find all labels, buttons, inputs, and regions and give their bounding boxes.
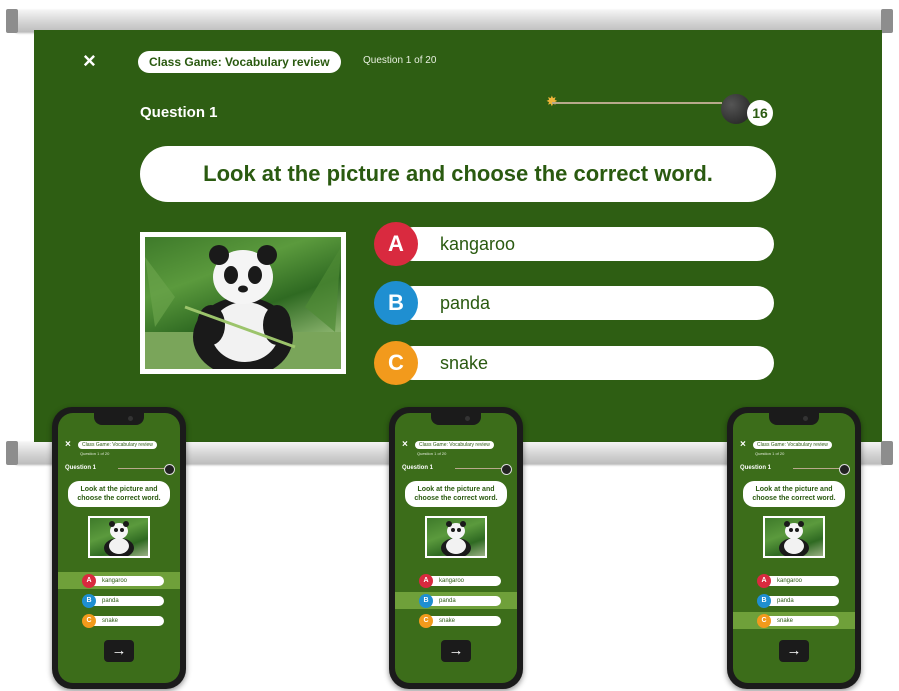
panda-image <box>441 521 471 556</box>
game-title-pill: Class Game: Vocabulary review <box>78 441 157 449</box>
answer-bar <box>88 616 164 626</box>
timer-fuse <box>118 468 168 469</box>
answer-text-a: kangaroo <box>102 578 128 584</box>
answer-text-c: snake <box>440 353 489 373</box>
next-arrow-button[interactable]: → <box>779 640 809 662</box>
phone-notch <box>769 413 819 425</box>
projector-roller-top <box>6 9 893 33</box>
answer-option-b[interactable]: B panda <box>374 281 774 325</box>
answer-letter-a: A <box>419 574 433 588</box>
answer-option-c[interactable]: C snake <box>419 614 501 628</box>
question-image <box>763 516 825 558</box>
answer-option-c[interactable]: C snake <box>757 614 839 628</box>
answer-letter-a: A <box>757 574 771 588</box>
question-prompt: Look at the picture and choose the corre… <box>405 481 507 507</box>
question-counter: Question 1 of 20 <box>80 451 110 456</box>
answer-option-b[interactable]: B panda <box>757 594 839 608</box>
answer-bar <box>763 616 839 626</box>
answer-text-c: snake <box>777 618 794 624</box>
bomb-icon <box>839 464 850 475</box>
answer-option-c[interactable]: C snake <box>374 341 774 385</box>
next-arrow-button[interactable]: → <box>104 640 134 662</box>
phone-screen: × Class Game: Vocabulary review Question… <box>58 413 180 683</box>
answer-text-a: kangaroo <box>777 578 803 584</box>
close-icon[interactable]: × <box>83 50 96 72</box>
phone-notch <box>94 413 144 425</box>
timer-fuse <box>455 468 505 469</box>
bomb-icon <box>164 464 175 475</box>
phone-3: × Class Game: Vocabulary review Question… <box>727 407 861 689</box>
answer-letter-b: B <box>82 594 96 608</box>
answer-bar <box>425 616 501 626</box>
answer-letter-b: B <box>374 281 418 325</box>
answer-letter-c: C <box>82 614 96 628</box>
next-arrow-button[interactable]: → <box>441 640 471 662</box>
answer-letter-c: C <box>374 341 418 385</box>
answer-option-a[interactable]: A kangaroo <box>374 222 774 266</box>
answer-letter-b: B <box>419 594 433 608</box>
answer-option-b[interactable]: B panda <box>419 594 501 608</box>
answer-bar <box>88 596 164 606</box>
close-icon[interactable]: × <box>740 439 746 450</box>
question-label: Question 1 <box>740 465 772 471</box>
game-title-pill: Class Game: Vocabulary review <box>138 51 341 73</box>
timer-badge: 16 <box>747 100 773 126</box>
answer-text-b: panda <box>777 598 794 604</box>
question-prompt: Look at the picture and choose the corre… <box>68 481 170 507</box>
answer-letter-c: C <box>419 614 433 628</box>
answer-option-a[interactable]: A kangaroo <box>419 574 501 588</box>
game-title-pill: Class Game: Vocabulary review <box>415 441 494 449</box>
answer-text-a: kangaroo <box>440 234 516 254</box>
question-prompt: Look at the picture and choose the corre… <box>140 146 776 202</box>
answer-text-a: kangaroo <box>439 578 465 584</box>
phone-screen: × Class Game: Vocabulary review Question… <box>395 413 517 683</box>
timer-fuse <box>793 468 843 469</box>
answer-text-b: panda <box>439 598 456 604</box>
answer-text-b: panda <box>102 598 119 604</box>
timer-fuse <box>552 102 722 104</box>
question-label: Question 1 <box>140 104 218 121</box>
answer-option-a[interactable]: A kangaroo <box>757 574 839 588</box>
question-image <box>88 516 150 558</box>
question-image <box>140 232 346 374</box>
close-icon[interactable]: × <box>65 439 71 450</box>
close-icon[interactable]: × <box>402 439 408 450</box>
question-label: Question 1 <box>65 465 97 471</box>
phone-notch <box>431 413 481 425</box>
question-label: Question 1 <box>402 465 434 471</box>
answer-letter-c: C <box>757 614 771 628</box>
panda-image <box>779 521 809 556</box>
question-counter: Question 1 of 20 <box>755 451 785 456</box>
bomb-icon <box>501 464 512 475</box>
answer-text-c: snake <box>439 618 456 624</box>
panda-image <box>104 521 134 556</box>
question-counter: Question 1 of 20 <box>363 55 437 66</box>
answer-text-b: panda <box>440 293 491 313</box>
answer-option-b[interactable]: B panda <box>82 594 164 608</box>
answer-bar <box>425 596 501 606</box>
answer-option-c[interactable]: C snake <box>82 614 164 628</box>
phone-screen: × Class Game: Vocabulary review Question… <box>733 413 855 683</box>
phone-1: × Class Game: Vocabulary review Question… <box>52 407 186 689</box>
projector-screen: × Class Game: Vocabulary review Question… <box>34 30 882 442</box>
answer-bar <box>763 596 839 606</box>
answer-letter-a: A <box>374 222 418 266</box>
answer-letter-a: A <box>82 574 96 588</box>
phone-2: × Class Game: Vocabulary review Question… <box>389 407 523 689</box>
game-title-pill: Class Game: Vocabulary review <box>753 441 832 449</box>
question-prompt: Look at the picture and choose the corre… <box>743 481 845 507</box>
answer-option-a[interactable]: A kangaroo <box>82 574 164 588</box>
question-image <box>425 516 487 558</box>
answer-letter-b: B <box>757 594 771 608</box>
panda-image <box>145 245 341 369</box>
question-counter: Question 1 of 20 <box>417 451 447 456</box>
answer-text-c: snake <box>102 618 119 624</box>
